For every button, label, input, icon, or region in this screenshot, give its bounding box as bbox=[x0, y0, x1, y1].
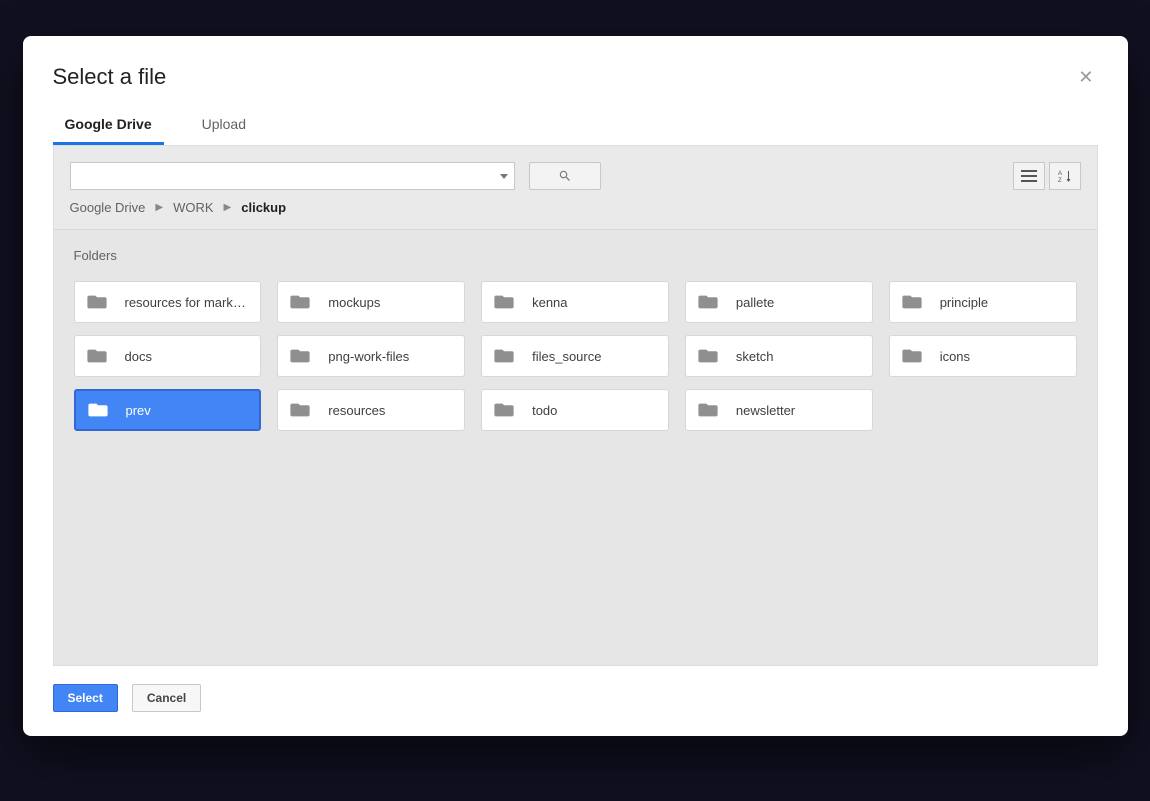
folder-item[interactable]: todo bbox=[481, 389, 669, 431]
folder-label: docs bbox=[125, 349, 152, 364]
folder-icon bbox=[698, 294, 718, 310]
section-label: Folders bbox=[74, 248, 1077, 263]
folder-icon bbox=[902, 348, 922, 364]
folder-icon bbox=[290, 348, 310, 364]
folder-label: newsletter bbox=[736, 403, 795, 418]
breadcrumb: Google Drive ▶ WORK ▶ clickup bbox=[54, 198, 1097, 229]
close-icon[interactable]: ✕ bbox=[1074, 64, 1097, 90]
folder-grid: resources for mark… mockups kenna pallete pr… bbox=[74, 281, 1077, 431]
folder-icon bbox=[290, 294, 310, 310]
dialog-footer: Select Cancel bbox=[53, 666, 1098, 712]
folder-label: icons bbox=[940, 349, 970, 364]
folder-item[interactable]: principle bbox=[889, 281, 1077, 323]
folder-label: mockups bbox=[328, 295, 380, 310]
tabs: Google Drive Upload bbox=[53, 108, 1098, 145]
search-icon bbox=[558, 169, 572, 183]
search-button[interactable] bbox=[529, 162, 601, 190]
tab-upload[interactable]: Upload bbox=[190, 108, 258, 145]
folder-label: sketch bbox=[736, 349, 774, 364]
svg-text:A: A bbox=[1058, 171, 1062, 177]
folder-icon bbox=[698, 402, 718, 418]
folder-icon bbox=[290, 402, 310, 418]
folder-icon bbox=[87, 348, 107, 364]
folder-item[interactable]: pallete bbox=[685, 281, 873, 323]
folder-icon bbox=[88, 402, 108, 418]
breadcrumb-item-current[interactable]: clickup bbox=[241, 200, 286, 215]
sort-button[interactable]: AZ bbox=[1049, 162, 1081, 190]
folder-item[interactable]: resources for mark… bbox=[74, 281, 262, 323]
folder-label: principle bbox=[940, 295, 988, 310]
folder-item[interactable]: kenna bbox=[481, 281, 669, 323]
cancel-button[interactable]: Cancel bbox=[132, 684, 201, 712]
folder-label: files_source bbox=[532, 349, 601, 364]
folder-item[interactable]: sketch bbox=[685, 335, 873, 377]
folder-item[interactable]: files_source bbox=[481, 335, 669, 377]
select-button[interactable]: Select bbox=[53, 684, 118, 712]
folder-label: resources for mark… bbox=[125, 295, 246, 310]
folder-item[interactable]: prev bbox=[74, 389, 262, 431]
picker-frame: AZ Google Drive ▶ WORK ▶ clickup Folders… bbox=[53, 145, 1098, 666]
search-input[interactable] bbox=[70, 162, 515, 190]
folder-icon bbox=[698, 348, 718, 364]
chevron-right-icon: ▶ bbox=[224, 202, 232, 213]
breadcrumb-item[interactable]: Google Drive bbox=[70, 200, 146, 215]
folder-item[interactable]: docs bbox=[74, 335, 262, 377]
file-picker-dialog: Select a file ✕ Google Drive Upload AZ bbox=[23, 36, 1128, 736]
folder-label: pallete bbox=[736, 295, 774, 310]
folder-icon bbox=[902, 294, 922, 310]
folder-item[interactable]: png-work-files bbox=[277, 335, 465, 377]
folder-item[interactable]: icons bbox=[889, 335, 1077, 377]
content-area: Folders resources for mark… mockups kenna p… bbox=[54, 229, 1097, 665]
dialog-title: Select a file bbox=[53, 64, 167, 90]
folder-item[interactable]: resources bbox=[277, 389, 465, 431]
folder-label: kenna bbox=[532, 295, 567, 310]
folder-icon bbox=[494, 294, 514, 310]
folder-label: resources bbox=[328, 403, 385, 418]
folder-icon bbox=[494, 348, 514, 364]
folder-item[interactable]: mockups bbox=[277, 281, 465, 323]
folder-label: todo bbox=[532, 403, 557, 418]
folder-item[interactable]: newsletter bbox=[685, 389, 873, 431]
list-view-icon bbox=[1021, 170, 1037, 182]
breadcrumb-item[interactable]: WORK bbox=[173, 200, 213, 215]
sort-az-icon: AZ bbox=[1057, 169, 1073, 183]
folder-icon bbox=[87, 294, 107, 310]
svg-text:Z: Z bbox=[1058, 178, 1062, 183]
dialog-header: Select a file ✕ bbox=[53, 64, 1098, 90]
toolbar: AZ bbox=[54, 146, 1097, 198]
tab-google-drive[interactable]: Google Drive bbox=[53, 108, 164, 145]
toolbar-right: AZ bbox=[1013, 162, 1081, 190]
folder-label: prev bbox=[126, 403, 151, 418]
list-view-button[interactable] bbox=[1013, 162, 1045, 190]
folder-icon bbox=[494, 402, 514, 418]
chevron-down-icon bbox=[500, 174, 508, 179]
folder-label: png-work-files bbox=[328, 349, 409, 364]
chevron-right-icon: ▶ bbox=[155, 202, 163, 213]
